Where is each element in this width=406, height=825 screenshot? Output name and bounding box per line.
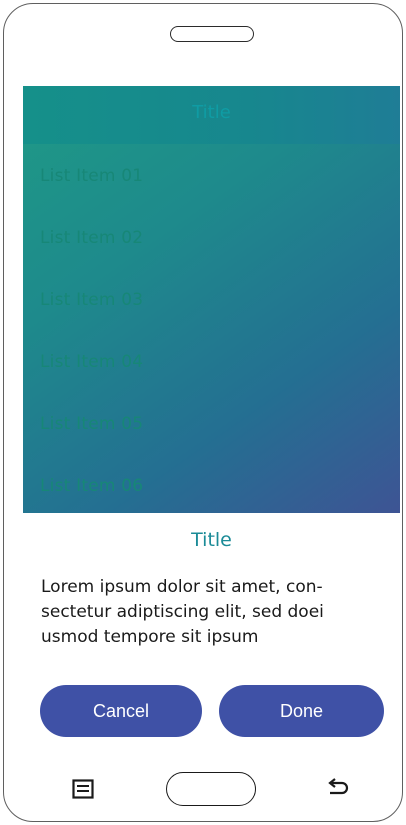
home-button[interactable] [166,772,256,806]
list-item[interactable]: List Item 04 [40,352,143,372]
app-title: Title [192,102,231,123]
screen: Title List Item 01 List Item 02 List Ite… [23,86,400,749]
list-item[interactable]: List Item 06 [40,476,143,496]
list-item[interactable]: List Item 02 [40,228,143,248]
speaker-icon [170,26,254,42]
done-button[interactable]: Done [219,685,384,737]
back-icon[interactable] [326,778,350,798]
app-title-bar: Title [23,86,400,144]
cancel-button[interactable]: Cancel [40,685,202,737]
dialog: Title Lorem ipsum dolor sit amet, con-se… [23,513,400,749]
list-item[interactable]: List Item 03 [40,290,143,310]
list-item[interactable]: List Item 01 [40,166,143,186]
dialog-title: Title [191,529,232,551]
navigation-bar [4,749,402,821]
recent-apps-icon[interactable] [72,779,94,799]
list-item[interactable]: List Item 05 [40,414,143,434]
dialog-message: Lorem ipsum dolor sit amet, con-sectetur… [41,577,324,647]
phone-frame: Title List Item 01 List Item 02 List Ite… [3,3,403,822]
